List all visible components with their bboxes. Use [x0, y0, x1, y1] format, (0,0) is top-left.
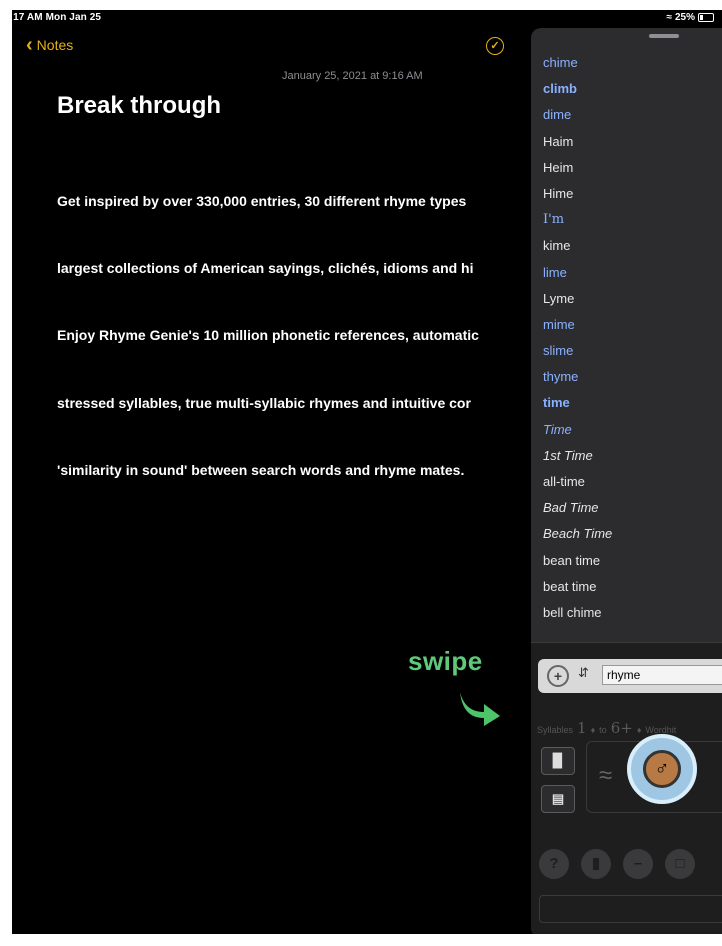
search-go-button[interactable]: ♂ [627, 734, 697, 804]
rhyme-word-item[interactable]: beat time [543, 574, 722, 600]
note-line-3[interactable]: Enjoy Rhyme Genie's 10 million phonetic … [57, 327, 479, 343]
rhyme-search-bar: + ⇵ [538, 659, 722, 693]
swipe-hint-label: swipe [408, 646, 483, 676]
rhyme-word-item[interactable]: Lyme [543, 286, 722, 312]
rhyme-word-list[interactable]: chime climb dime Haim Heim Hime I'm kime lime Lym… [543, 50, 722, 626]
rhyme-word-item[interactable]: time [543, 390, 722, 416]
checkmark-circle-icon[interactable]: ✓ [486, 37, 504, 55]
rhyme-word-item[interactable]: I'm [543, 207, 722, 233]
approx-icon: ≈ [599, 762, 613, 789]
male-symbol-icon: ♂ [643, 750, 681, 788]
rhyme-word-item[interactable]: Beach Time [543, 521, 722, 547]
note-title[interactable]: Break through [57, 92, 221, 120]
note-line-4[interactable]: stressed syllables, true multi-syllabic … [57, 395, 471, 411]
rhyme-word-item[interactable]: climb [543, 76, 722, 102]
rhyme-word-item[interactable]: thyme [543, 364, 722, 390]
layout-view-button[interactable]: ▤ [541, 785, 575, 813]
chevron-left-icon: ‹ [26, 34, 33, 56]
rhyme-word-item[interactable]: Heim [543, 155, 722, 181]
rhyme-word-item[interactable]: Bad Time [543, 495, 722, 521]
note-line-5[interactable]: 'similarity in sound' between search wor… [57, 462, 464, 478]
battery-icon [698, 13, 714, 22]
stepper-icon[interactable]: ♦ [637, 725, 642, 735]
rhyme-word-item[interactable]: Haim [543, 129, 722, 155]
tool-row: ? ▮ – □ [539, 849, 695, 879]
rhyme-search-input[interactable] [602, 665, 722, 685]
panel-grabber[interactable] [649, 34, 679, 38]
bottom-field[interactable] [539, 895, 722, 923]
sound-box: ≈ ♂ [586, 734, 722, 813]
swipe-arrow-icon [460, 692, 500, 726]
rhyme-word-item[interactable]: kime [543, 233, 722, 259]
rhyme-word-item[interactable]: all-time [543, 469, 722, 495]
rhyme-controls: + ⇵ Syllables 1 ♦ to 6+ ♦ Wordhit ▉ ▤ ≈ … [531, 642, 722, 934]
toggle-icon[interactable]: ▮ [581, 849, 611, 879]
status-bar-left: 9:17 AM Mon Jan 25 [12, 12, 101, 23]
trash-icon[interactable]: □ [665, 849, 695, 879]
battery-percent: 25% [674, 12, 695, 23]
rhyme-word-item[interactable]: bell chime [543, 600, 722, 626]
rhyme-word-item[interactable]: chime [543, 50, 722, 76]
back-label: Notes [36, 37, 74, 53]
bars-view-button[interactable]: ▉ [541, 747, 575, 775]
rhyme-word-item[interactable]: bean time [543, 548, 722, 574]
rhyme-word-item[interactable]: lime [543, 260, 722, 286]
status-bar-right: ≈ 25% [666, 12, 714, 23]
note-line-1[interactable]: Get inspired by over 330,000 entries, 30… [57, 193, 466, 209]
rhyme-word-item[interactable]: 1st Time [543, 443, 722, 469]
to-label: to [599, 725, 607, 735]
notes-back-button[interactable]: ‹ Notes [26, 34, 74, 56]
status-time: 9:17 AM [12, 12, 43, 23]
rhyme-word-item[interactable]: mime [543, 312, 722, 338]
stepper-icon[interactable]: ♦ [591, 725, 596, 735]
help-icon[interactable]: ? [539, 849, 569, 879]
note-date: January 25, 2021 at 9:16 AM [282, 70, 423, 82]
syllables-from[interactable]: 1 [577, 719, 587, 737]
syllables-to[interactable]: 6+ [611, 719, 633, 737]
ipad-screen: 9:17 AM Mon Jan 25 ≈ 25% ‹ Notes ✓ Janua… [12, 10, 722, 934]
minus-icon[interactable]: – [623, 849, 653, 879]
updown-arrows-icon[interactable]: ⇵ [578, 665, 589, 681]
rhyme-word-item[interactable]: Time [543, 417, 722, 443]
rhyme-word-item[interactable]: dime [543, 102, 722, 128]
rhyme-word-item[interactable]: slime [543, 338, 722, 364]
note-line-2[interactable]: largest collections of American sayings,… [57, 260, 474, 276]
status-date: Mon Jan 25 [45, 12, 102, 23]
rhyme-genie-panel[interactable]: chime climb dime Haim Heim Hime I'm kime lime Lym… [531, 28, 722, 934]
magnify-plus-icon[interactable]: + [547, 665, 569, 687]
rhyme-word-item[interactable]: Hime [543, 181, 722, 207]
syllables-label: Syllables [537, 725, 574, 735]
wifi-icon: ≈ [666, 12, 672, 23]
